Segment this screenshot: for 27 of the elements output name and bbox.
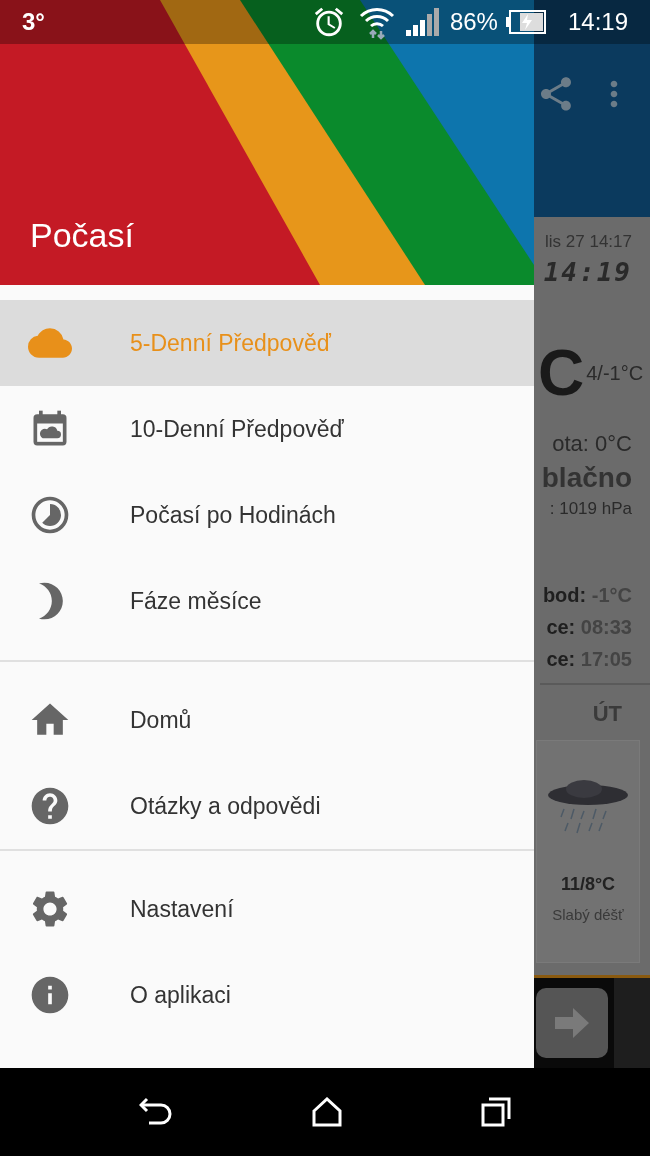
forecast-condition: Slabý déšť (552, 905, 624, 925)
recents-icon[interactable] (480, 1097, 511, 1127)
battery-charging-icon (505, 10, 546, 34)
battery-percentage: 86% (449, 7, 498, 37)
menu-item[interactable]: Domů (0, 677, 534, 763)
menu-item[interactable]: 10-Denní Předpověď (0, 386, 534, 472)
arrow-right-icon (555, 1008, 589, 1038)
updated-time: lis 27 14:17 (545, 231, 632, 253)
temperature-value: C (538, 340, 585, 405)
menu-item[interactable]: Otázky a odpovědi (0, 763, 534, 849)
back-icon[interactable] (139, 1097, 174, 1127)
temperature-indicator: 3° (22, 7, 45, 37)
menu-item[interactable]: Fáze měsíce (0, 558, 534, 644)
next-button[interactable] (536, 988, 608, 1058)
feels-like: ota: 0°C (552, 429, 632, 458)
home-icon[interactable] (312, 1097, 342, 1127)
forecast-temperature: 11/8°C (560, 873, 616, 896)
menu-item[interactable]: Nastavení (0, 866, 534, 952)
clock-time: 14:19 (567, 7, 628, 37)
digital-clock: 14:19 (543, 255, 632, 289)
high-low-temperature: 4/-1°C (586, 360, 644, 386)
menu-item[interactable]: Počasí po Hodinách (0, 472, 534, 558)
signal-icon (405, 8, 440, 36)
pressure: : 1019 hPa (549, 497, 632, 520)
menu-item[interactable]: O aplikaci (0, 952, 534, 1038)
weather-condition: blačno (541, 460, 632, 495)
app-title: Počasí (30, 215, 134, 256)
